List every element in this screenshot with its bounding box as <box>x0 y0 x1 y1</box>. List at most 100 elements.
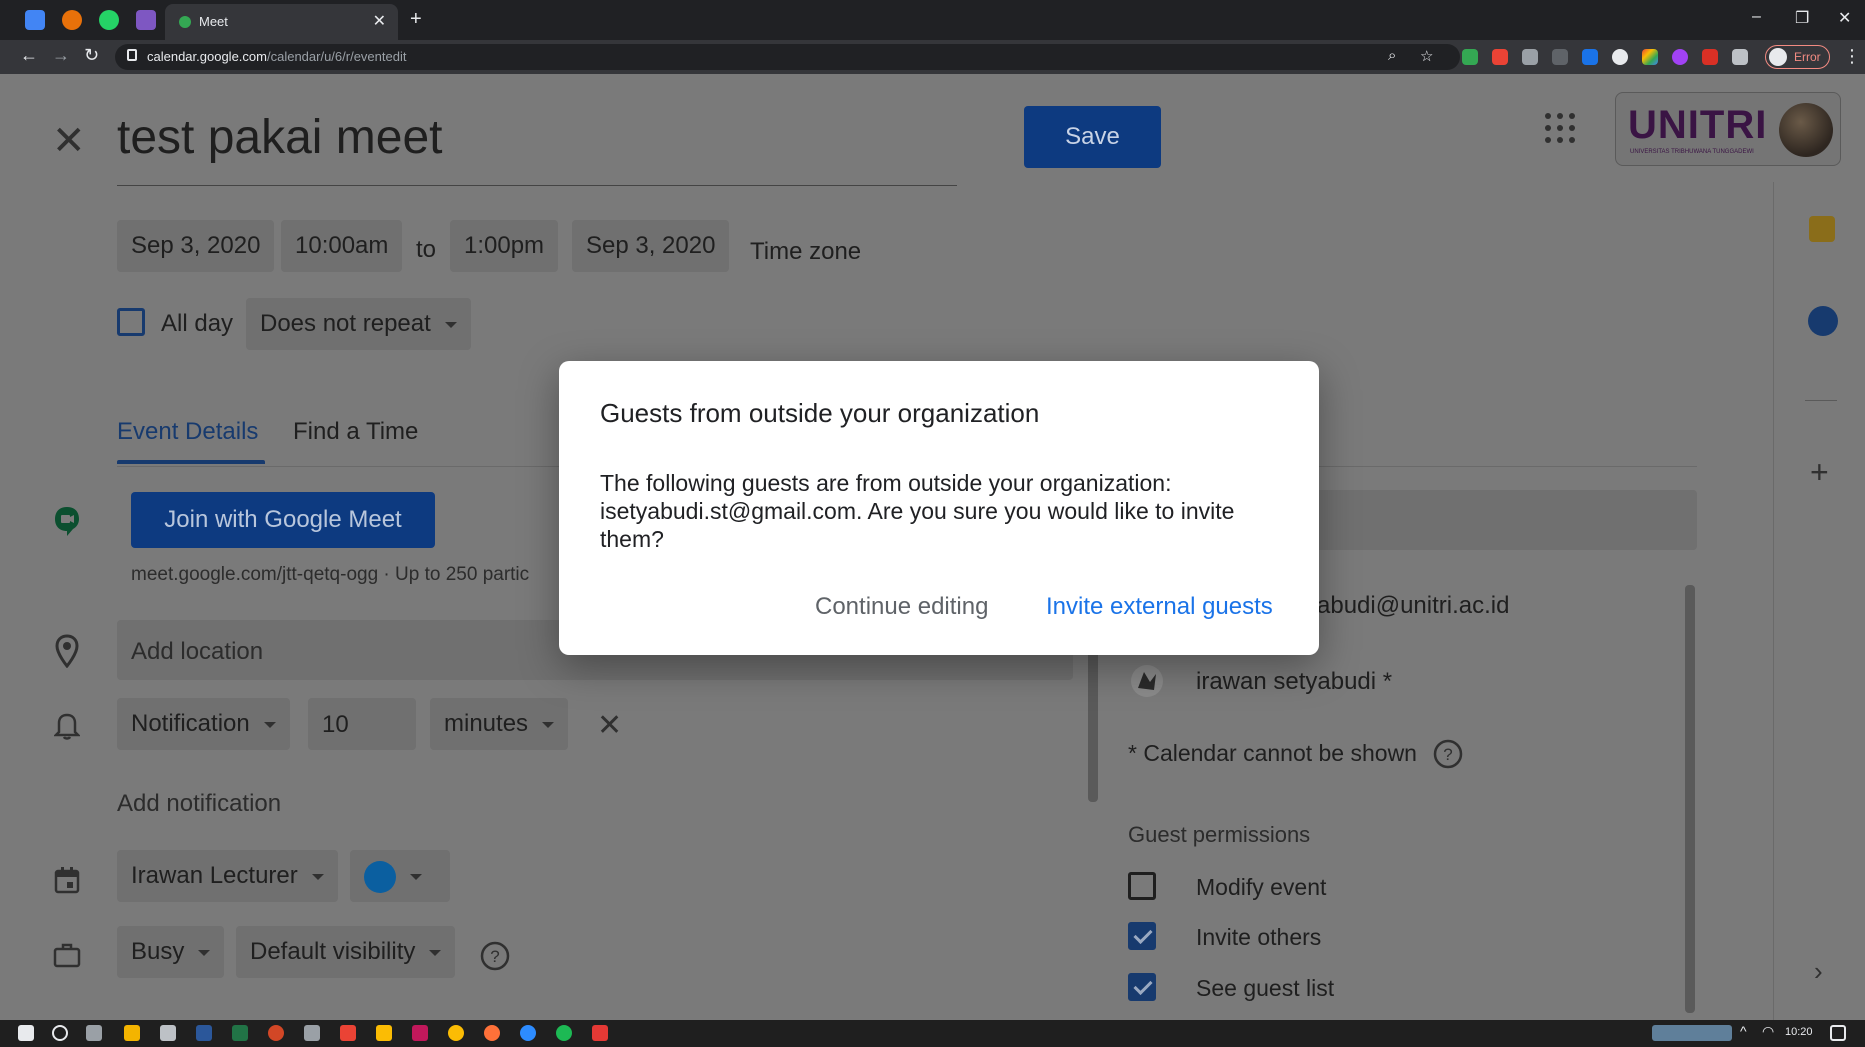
task-view-icon[interactable] <box>86 1025 102 1041</box>
availability-dropdown[interactable]: Busy <box>117 926 225 978</box>
restore-icon[interactable]: ❐ <box>1795 8 1809 28</box>
tray-chevron-icon[interactable]: ^ <box>1740 1023 1747 1039</box>
notification-unit-dropdown[interactable]: minutes <box>430 698 569 750</box>
app-icon[interactable] <box>340 1025 356 1041</box>
wifi-icon[interactable]: ◠ <box>1762 1023 1774 1040</box>
back-icon[interactable]: ← <box>20 45 38 66</box>
app-icon[interactable] <box>376 1025 392 1041</box>
save-button[interactable]: Save <box>1024 106 1161 168</box>
calendar-icon <box>54 866 80 899</box>
join-google-meet-button[interactable]: Join with Google Meet <box>131 492 435 548</box>
account-switcher[interactable]: UNITRI UNIVERSITAS TRIBHUWANA TUNGGADEWI <box>1615 92 1841 166</box>
extensions-puzzle-icon[interactable] <box>1732 49 1748 65</box>
modify-event-checkbox[interactable] <box>1128 872 1156 900</box>
active-tab[interactable]: Meet ✕ <box>165 4 398 40</box>
extension-icon[interactable] <box>1672 49 1688 65</box>
tab-event-details[interactable]: Event Details <box>117 418 258 446</box>
invite-others-checkbox[interactable] <box>1128 922 1156 950</box>
acrobat-icon[interactable] <box>592 1025 608 1041</box>
search-icon[interactable] <box>52 1025 68 1041</box>
profile-error-button[interactable]: Error <box>1765 45 1830 69</box>
guests-pane-scrollbar[interactable] <box>1685 585 1695 1013</box>
tab-close-icon[interactable]: ✕ <box>373 11 386 31</box>
zoom-icon[interactable]: ⌕ <box>1388 47 1396 64</box>
google-meet-icon <box>53 505 81 542</box>
start-icon[interactable] <box>18 1025 34 1041</box>
excel-icon[interactable] <box>232 1025 248 1041</box>
guest-avatar-icon <box>1130 664 1164 703</box>
visibility-dropdown[interactable]: Default visibility <box>236 926 456 978</box>
all-day-checkbox[interactable] <box>117 308 145 336</box>
calendar-owner-dropdown[interactable]: Irawan Lecturer <box>117 850 338 902</box>
calendar-owner-value: Irawan Lecturer <box>131 862 298 889</box>
end-date-picker[interactable]: Sep 3, 2020 <box>572 220 730 272</box>
extension-icon[interactable] <box>1552 49 1568 65</box>
notification-type-dropdown[interactable]: Notification <box>117 698 290 750</box>
extension-icon[interactable] <box>1462 49 1478 65</box>
browser-menu-icon[interactable]: ⋮ <box>1843 46 1861 67</box>
whatsapp-tab-icon[interactable] <box>99 10 119 30</box>
meet-link-text[interactable]: meet.google.com/jtt-qetq-ogg · Up to 250… <box>131 564 529 586</box>
event-color-dropdown[interactable] <box>350 850 450 902</box>
minimize-icon[interactable]: – <box>1752 8 1761 26</box>
extension-icon[interactable] <box>1582 49 1598 65</box>
tasks-icon[interactable] <box>1808 306 1838 336</box>
color-swatch <box>364 860 396 893</box>
expand-panel-icon[interactable]: › <box>1814 956 1823 987</box>
powerpoint-icon[interactable] <box>268 1025 284 1041</box>
forward-icon[interactable]: → <box>52 45 70 66</box>
start-time-picker[interactable]: 10:00am <box>281 220 403 272</box>
visibility-value: Default visibility <box>250 938 416 965</box>
notifications-icon[interactable] <box>1830 1025 1846 1041</box>
continue-editing-button[interactable]: Continue editing <box>815 593 988 621</box>
app-icon[interactable] <box>304 1025 320 1041</box>
keep-icon[interactable] <box>1809 216 1835 242</box>
title-underline <box>117 185 957 186</box>
tab-find-a-time[interactable]: Find a Time <box>293 418 418 446</box>
close-editor-icon[interactable]: ✕ <box>52 118 86 164</box>
event-title-input[interactable]: test pakai meet <box>117 110 443 165</box>
location-placeholder: Add location <box>131 638 264 665</box>
window-close-icon[interactable]: ✕ <box>1838 8 1851 28</box>
help-icon[interactable]: ? <box>1433 739 1463 774</box>
forms-tab-icon[interactable] <box>136 10 156 30</box>
start-date-picker[interactable]: Sep 3, 2020 <box>117 220 275 272</box>
invite-external-guests-button[interactable]: Invite external guests <box>1046 593 1273 621</box>
see-guest-list-checkbox[interactable] <box>1128 973 1156 1001</box>
help-icon[interactable]: ? <box>480 941 510 976</box>
extension-icon[interactable] <box>1612 49 1628 65</box>
app-icon[interactable] <box>412 1025 428 1041</box>
extension-icon[interactable] <box>1702 49 1718 65</box>
firefox-icon[interactable] <box>484 1025 500 1041</box>
network-monitor-widget[interactable] <box>1652 1025 1732 1041</box>
bookmark-star-icon[interactable]: ☆ <box>1420 47 1433 65</box>
reload-icon[interactable]: ↻ <box>84 45 99 66</box>
new-tab-button[interactable]: + <box>410 8 422 31</box>
word-icon[interactable] <box>196 1025 212 1041</box>
add-notification-link[interactable]: Add notification <box>117 790 281 818</box>
url-text[interactable]: calendar.google.com/calendar/u/6/r/event… <box>147 49 406 64</box>
calendar-tab-icon[interactable] <box>25 10 45 30</box>
guest-email: abudi@unitri.ac.id <box>1317 592 1510 619</box>
end-time-picker[interactable]: 1:00pm <box>450 220 559 272</box>
location-pin-icon <box>54 634 80 673</box>
google-apps-icon[interactable] <box>1545 113 1575 143</box>
remove-notification-icon[interactable]: ✕ <box>597 708 622 743</box>
zoom-app-icon[interactable] <box>520 1025 536 1041</box>
clock[interactable]: 10:20 <box>1785 1026 1813 1038</box>
bell-icon <box>52 710 82 745</box>
chrome-icon[interactable] <box>448 1025 464 1041</box>
pinned-tab-icon[interactable] <box>62 10 82 30</box>
timezone-button[interactable]: Time zone <box>750 238 861 266</box>
app-icon[interactable] <box>160 1025 176 1041</box>
add-addon-icon[interactable]: + <box>1810 454 1829 491</box>
file-explorer-icon[interactable] <box>124 1025 140 1041</box>
repeat-dropdown[interactable]: Does not repeat <box>246 298 471 350</box>
extension-icon[interactable] <box>1522 49 1538 65</box>
extension-icon[interactable] <box>1642 49 1658 65</box>
notification-amount-input[interactable]: 10 <box>308 698 416 750</box>
extension-icon[interactable] <box>1492 49 1508 65</box>
spotify-icon[interactable] <box>556 1025 572 1041</box>
chevron-down-icon <box>198 949 211 956</box>
address-bar[interactable]: calendar.google.com/calendar/u/6/r/event… <box>115 44 1460 70</box>
